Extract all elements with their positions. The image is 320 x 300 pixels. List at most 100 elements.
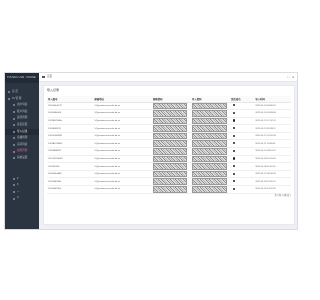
table-row[interactable]: 1024G2hMW1 1@privatecutseseke.de.xx 2022-0… — [47, 132, 291, 141]
time-cell: 2022-01-16 03:59:08 — [254, 109, 291, 118]
breadcrumb[interactable]: 首页 — [47, 73, 52, 81]
email-password-cell — [151, 117, 191, 126]
import-password-cell — [190, 147, 230, 156]
table-row[interactable]: 1026NH8N2Y 1@privatecutseseke.de.xx 2022-0… — [47, 147, 291, 156]
sidebar-item[interactable]: F — [5, 182, 39, 189]
masked-password — [191, 102, 227, 109]
email-password-cell — [151, 102, 191, 111]
masked-password — [191, 155, 227, 162]
masked-password — [152, 148, 188, 155]
time-cell: 2022-01-09 15:23:55 — [254, 155, 291, 164]
pagination[interactable]: 共12条 10条/页 1 — [274, 193, 291, 197]
table-row[interactable]: 1024H4Hh0S 1@privatecutseseke.de.xx 2022-0… — [47, 109, 291, 118]
table-row[interactable]: 1024H4oHAJI 1@privatecutseseke.de.xx 2022-… — [47, 170, 291, 179]
email-password-cell — [151, 132, 191, 141]
sidebar: TOUSHU LIVE · PHONE 首 页 Ta 管 理用户列表 账户列表 运营管… — [5, 73, 39, 229]
sidebar-item[interactable]: 权限管理 — [5, 148, 39, 155]
account-cell: 1026NH8N2Y — [47, 147, 94, 156]
email-cell: 1@privatecutseseke.de.xx — [93, 162, 152, 171]
table-row[interactable]: 10238H7XA4s 1@privatecutseseke.de.xx 2022-… — [47, 117, 291, 126]
menu-bullet-icon — [13, 150, 15, 153]
time-cell: 2022-01-08 11:42:16 — [254, 162, 291, 171]
sidebar-item[interactable]: 直播管理 — [5, 135, 39, 142]
email-cell: 1@privatecutseseke.de.xx — [93, 139, 152, 149]
success-cell — [229, 170, 255, 179]
sidebar-item-label: 运营管理 — [17, 116, 28, 120]
email-password-cell — [151, 162, 191, 171]
table-row[interactable]: 1024H4D8H4 1@privatecutseseke.de.xx 2022-0… — [47, 177, 291, 187]
menu-bullet-icon — [13, 111, 15, 114]
email-cell: 1@privatecutseseke.de.xx — [93, 109, 152, 118]
menu-bullet-icon — [13, 177, 15, 180]
sidebar-item[interactable]: 房间列表 — [5, 142, 39, 149]
sidebar-item-label: 系统设置 — [17, 155, 28, 159]
table-row[interactable]: 1024A4TH0EZ 1@privatecutseseke.de.xx 2022-… — [47, 139, 291, 149]
table-row[interactable]: 1024E68UT0 1@privatecutseseke.de.xx 2022-0… — [47, 124, 291, 133]
masked-password — [191, 170, 227, 177]
sidebar-item[interactable]: 首 页 — [5, 89, 39, 96]
success-status-icon — [232, 134, 236, 137]
menu-bullet-icon — [8, 97, 10, 100]
import-password-cell — [190, 177, 230, 187]
success-cell — [229, 102, 255, 111]
sidebar-item[interactable]: — — [5, 189, 39, 196]
sidebar-item[interactable]: F — [5, 176, 39, 183]
success-cell — [229, 132, 255, 141]
success-cell — [229, 185, 255, 194]
masked-password — [152, 186, 188, 193]
success-status-icon — [232, 164, 236, 168]
email-password-cell — [151, 124, 191, 133]
table-row[interactable]: 1024H4C8U0 1@privatecutseseke.de.xx 2022-0… — [47, 185, 291, 194]
user-icon[interactable]: ● — [292, 73, 294, 81]
sidebar-item[interactable]: Ta 管 理 — [5, 96, 39, 103]
time-cell: 2022-01-11 20:58:41 — [254, 139, 291, 149]
account-cell: 1024A4TH0EZ — [47, 139, 94, 149]
sidebar-item-label: 首 页 — [12, 90, 18, 93]
sidebar-item-label: 直播管理 — [17, 136, 28, 140]
table-row[interactable]: 1027H4TH0EX 1@privatecutseseke.de.xx 2022-… — [47, 155, 291, 164]
time-cell: 2022-01-15 17:07:01 — [254, 117, 291, 126]
masked-password — [191, 140, 227, 147]
sidebar-item[interactable]: 用户列表 — [5, 102, 39, 109]
success-cell — [229, 117, 255, 126]
account-cell: 1024G2hMW1 — [47, 132, 94, 141]
success-cell — [229, 147, 255, 156]
success-status-icon — [232, 142, 236, 145]
import-password-cell — [190, 117, 230, 126]
sidebar-item-label: 账户列表 — [17, 109, 28, 113]
time-cell: 2022-01-10 09:10:07 — [254, 147, 291, 156]
sidebar-item[interactable]: 账户列表 — [5, 109, 39, 116]
email-cell: 1@privatecutseseke.de.xx — [93, 132, 152, 141]
sidebar-item[interactable]: 系统设置 — [5, 155, 39, 162]
import-password-cell — [190, 185, 230, 194]
import-password-cell — [190, 155, 230, 164]
masked-password — [191, 163, 227, 170]
sidebar-item[interactable]: 意见反馈 — [5, 122, 39, 129]
success-cell — [229, 124, 255, 133]
email-cell: 1@privatecutseseke.de.xx — [93, 177, 152, 187]
account-cell: 1024H4C8U0 — [47, 185, 94, 194]
email-password-cell — [151, 155, 191, 164]
sidebar-item[interactable]: C — [5, 195, 39, 202]
sidebar-item[interactable]: 运营管理 — [5, 115, 39, 122]
time-cell: 2022-01-05 13:51:02 — [254, 185, 291, 194]
masked-password — [191, 148, 227, 155]
page-title: 导入记录 — [47, 88, 60, 92]
account-cell: 1024E68UT0 — [47, 124, 94, 133]
masked-password — [152, 117, 188, 124]
import-password-cell — [190, 124, 230, 133]
table-row[interactable]: 1024H2J6S 1@privatecutseseke.de.xx 2022-01… — [47, 162, 291, 171]
email-password-cell — [151, 170, 191, 179]
success-status-icon — [232, 111, 236, 114]
account-cell: 1024H4oFUTT — [47, 102, 94, 111]
hamburger-icon[interactable] — [42, 75, 45, 78]
import-password-cell — [190, 109, 230, 118]
masked-password — [191, 125, 227, 132]
masked-password — [191, 132, 227, 140]
account-cell: 1024H4D8H4 — [47, 177, 94, 187]
account-cell: 1027H4TH0EX — [47, 155, 94, 164]
fullscreen-icon[interactable]: ⛶ — [287, 73, 289, 81]
table-row[interactable]: 1024H4oFUTT 1@privatecutseseke.de.xx 2022-… — [47, 102, 291, 111]
sidebar-item[interactable]: 导入记录 — [5, 128, 39, 136]
content-card: 导入记录 导入账号 邮箱地址 邮箱密码 导入密码 是否成功 导入时间 1024H… — [43, 85, 295, 225]
